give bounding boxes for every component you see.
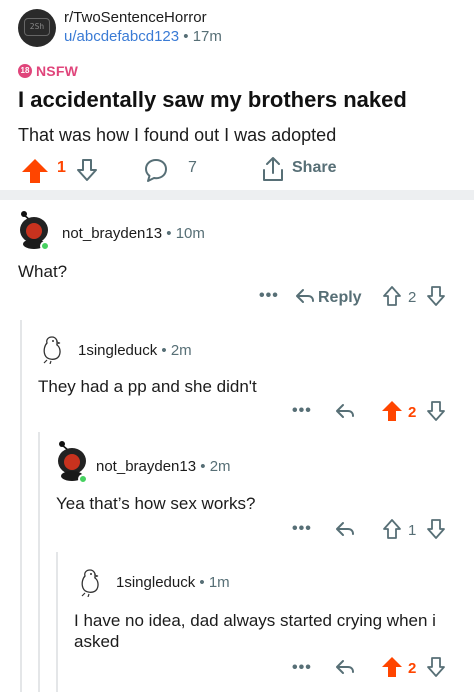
comment-text: What?: [18, 262, 68, 281]
reply-arrow-icon: [336, 404, 354, 418]
comment-score: 2: [408, 289, 417, 306]
post-score: 1: [57, 159, 66, 176]
meta-separator: •: [183, 28, 189, 45]
comment-upvote-button[interactable]: [382, 518, 402, 540]
comment-downvote-button[interactable]: [426, 518, 446, 540]
comment-score: 2: [408, 404, 417, 421]
comment-text: They had a pp and she didn't: [38, 377, 257, 396]
post-age: 17m: [192, 28, 222, 45]
arrow-down-icon: [427, 657, 445, 677]
comment-text-line: asked: [74, 632, 120, 651]
arrow-down-icon: [427, 519, 445, 539]
comment-count: 7: [188, 159, 197, 176]
meta-separator: •: [161, 342, 167, 359]
nsfw-label: NSFW: [36, 63, 79, 79]
comment-upvote-button[interactable]: [381, 656, 403, 678]
reply-button[interactable]: [334, 657, 356, 677]
meta-separator: •: [166, 225, 172, 242]
reply-button[interactable]: [334, 519, 356, 539]
more-options-button[interactable]: •••: [292, 402, 312, 420]
speech-bubble-icon: [145, 159, 167, 182]
more-options-button[interactable]: •••: [292, 659, 312, 677]
arrow-down-icon: [427, 286, 445, 306]
comment-upvote-button[interactable]: [381, 400, 403, 422]
comment-meta: not_brayden13 • 10m: [62, 225, 205, 242]
comment-meta: 1singleduck • 2m: [78, 342, 192, 359]
arrow-up-icon: [383, 519, 401, 539]
comment-author[interactable]: 1singleduck: [116, 574, 195, 591]
meta-separator: •: [200, 458, 206, 475]
comment-age: 2m: [170, 342, 192, 359]
subreddit-name[interactable]: r/TwoSentenceHorror: [64, 9, 207, 26]
comment-author[interactable]: 1singleduck: [78, 342, 157, 359]
comment-age: 10m: [175, 225, 205, 242]
reply-arrow-icon: [336, 522, 354, 536]
reply-button[interactable]: [334, 401, 356, 421]
share-label[interactable]: Share: [292, 159, 336, 177]
subreddit-avatar-logo: 2Sh: [24, 18, 50, 36]
reply-button[interactable]: [294, 286, 316, 306]
comment-age: 1m: [208, 574, 230, 591]
share-button[interactable]: [260, 155, 286, 183]
reply-arrow-icon: [296, 289, 314, 303]
post-divider: [0, 190, 474, 200]
comment-avatar[interactable]: [76, 567, 104, 597]
online-status-icon: [78, 474, 88, 484]
post-body: That was how I found out I was adopted: [18, 125, 337, 145]
arrow-down-icon: [427, 401, 445, 421]
thread-line[interactable]: [38, 432, 40, 692]
comment-downvote-button[interactable]: [426, 285, 446, 307]
duck-avatar-icon: [81, 569, 99, 597]
comment-meta: 1singleduck • 1m: [116, 574, 230, 591]
post-meta: u/abcdefabcd123 • 17m: [64, 28, 222, 45]
arrow-up-icon: [22, 159, 48, 183]
post-downvote-button[interactable]: [76, 157, 98, 183]
more-options-button[interactable]: •••: [292, 520, 312, 538]
comment-text-line: I have no idea, dad always started cryin…: [74, 611, 436, 630]
comment-score: 2: [408, 660, 417, 677]
nsfw-18-icon: 18: [18, 64, 32, 78]
post-author[interactable]: u/abcdefabcd123: [64, 28, 179, 45]
arrow-up-icon: [382, 657, 402, 677]
comment-text: Yea that’s how sex works?: [56, 494, 256, 513]
post-upvote-button[interactable]: [20, 157, 50, 185]
reply-arrow-icon: [336, 660, 354, 674]
comments-button[interactable]: [143, 157, 169, 183]
comment-age: 2m: [209, 458, 231, 475]
thread-line[interactable]: [56, 552, 58, 692]
reply-label[interactable]: Reply: [318, 289, 362, 307]
arrow-up-icon: [382, 401, 402, 421]
more-options-button[interactable]: •••: [259, 287, 279, 305]
online-status-icon: [40, 241, 50, 251]
arrow-up-icon: [383, 286, 401, 306]
comment-author[interactable]: not_brayden13: [96, 458, 196, 475]
thread-line[interactable]: [20, 320, 22, 692]
post-title[interactable]: I accidentally saw my brothers naked: [18, 87, 407, 113]
comment-author[interactable]: not_brayden13: [62, 225, 162, 242]
duck-avatar-icon: [43, 336, 61, 364]
comment-avatar[interactable]: [38, 334, 66, 364]
comment-downvote-button[interactable]: [426, 656, 446, 678]
subreddit-avatar[interactable]: 2Sh: [18, 9, 56, 47]
arrow-down-icon: [77, 159, 97, 181]
nsfw-tag: 18 NSFW: [18, 62, 78, 80]
comment-score: 1: [408, 522, 417, 539]
share-icon: [263, 157, 283, 181]
comment-upvote-button[interactable]: [382, 285, 402, 307]
comment-meta: not_brayden13 • 2m: [96, 458, 231, 475]
comment-downvote-button[interactable]: [426, 400, 446, 422]
meta-separator: •: [199, 574, 205, 591]
